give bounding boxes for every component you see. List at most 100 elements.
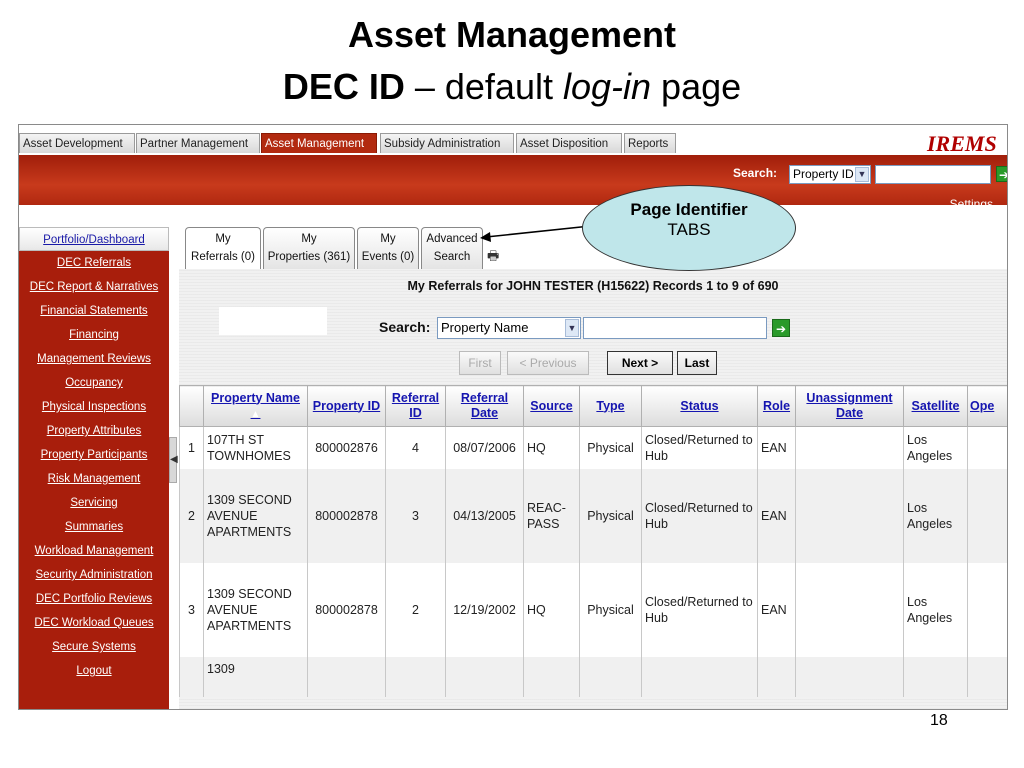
sidebar-item-logout[interactable]: Logout bbox=[19, 659, 169, 709]
sidebar-item-summaries[interactable]: Summaries bbox=[19, 515, 169, 539]
sidebar-item-servicing[interactable]: Servicing bbox=[19, 491, 169, 515]
sidebar-item-management-reviews[interactable]: Management Reviews bbox=[19, 347, 169, 371]
col-header-property-name[interactable]: Property Name ▲ bbox=[203, 385, 308, 427]
grid-search-select[interactable]: Property Name ▼ bbox=[437, 317, 581, 339]
sidebar-item-financial-statements[interactable]: Financial Statements bbox=[19, 299, 169, 323]
sidebar-item-workload-management[interactable]: Workload Management bbox=[19, 539, 169, 563]
cell-property-id bbox=[307, 656, 386, 697]
subtitle-dash: – default bbox=[404, 66, 563, 107]
cell-index: 1 bbox=[179, 426, 204, 469]
header-search-input[interactable] bbox=[875, 165, 991, 184]
top-navigation: Asset Development Partner Management Ass… bbox=[19, 125, 1007, 156]
col-header-property-id[interactable]: Property ID bbox=[307, 385, 386, 427]
cell-status: Closed/Returned to Hub bbox=[641, 468, 758, 563]
header-search-label: Search: bbox=[733, 166, 778, 180]
tab-asset-disposition[interactable]: Asset Disposition bbox=[516, 133, 622, 153]
grid-search-select-value: Property Name bbox=[441, 320, 529, 335]
sidebar-item-property-participants[interactable]: Property Participants bbox=[19, 443, 169, 467]
cell-referral-date: 04/13/2005 bbox=[445, 468, 524, 563]
blank-panel bbox=[219, 307, 327, 335]
tab-my-events-l2: Events (0) bbox=[361, 251, 415, 263]
sidebar-item-portfolio-dashboard[interactable]: Portfolio/Dashboard bbox=[19, 227, 169, 251]
tab-partner-management[interactable]: Partner Management bbox=[136, 133, 260, 153]
table-row[interactable]: 1 107TH ST TOWNHOMES 800002876 4 08/07/2… bbox=[179, 426, 1007, 469]
sidebar-item-occupancy[interactable]: Occupancy bbox=[19, 371, 169, 395]
tab-my-events[interactable]: My Events (0) bbox=[357, 227, 419, 269]
col-header-ope[interactable]: Ope bbox=[967, 385, 1007, 427]
tab-asset-development[interactable]: Asset Development bbox=[19, 133, 135, 153]
grid-go-icon[interactable]: ➔ bbox=[772, 319, 790, 337]
tab-my-properties[interactable]: My Properties (361) bbox=[263, 227, 355, 269]
col-header-role[interactable]: Role bbox=[757, 385, 796, 427]
header-go-icon[interactable]: ➔ bbox=[996, 166, 1007, 182]
table-row[interactable]: 3 1309 SECOND AVENUE APARTMENTS 80000287… bbox=[179, 562, 1007, 657]
col-header-referral-date[interactable]: Referral Date bbox=[445, 385, 524, 427]
col-header-satellite[interactable]: Satellite bbox=[903, 385, 968, 427]
subtitle-italic: log-in bbox=[562, 66, 652, 107]
settings-link[interactable]: Settings bbox=[950, 197, 993, 211]
cell-referral-date: 08/07/2006 bbox=[445, 426, 524, 469]
header-search-select[interactable]: Property ID ▼ bbox=[789, 165, 871, 184]
cell-property-name: 1309 SECOND AVENUE APARTMENTS bbox=[203, 468, 308, 563]
sidebar-item-dec-referrals[interactable]: DEC Referrals bbox=[19, 251, 169, 275]
sidebar-item-secure-systems[interactable]: Secure Systems bbox=[19, 635, 169, 659]
col-header-referral-id[interactable]: Referral ID bbox=[385, 385, 446, 427]
sidebar-item-property-attributes[interactable]: Property Attributes bbox=[19, 419, 169, 443]
cell-ope bbox=[967, 656, 1007, 697]
cell-role: EAN bbox=[757, 562, 796, 657]
cell-satellite: Los Angeles bbox=[903, 468, 968, 563]
tab-subsidy-administration[interactable]: Subsidy Administration bbox=[380, 133, 514, 153]
cell-index bbox=[179, 656, 204, 697]
cell-index: 3 bbox=[179, 562, 204, 657]
cell-property-name: 1309 SECOND AVENUE APARTMENTS bbox=[203, 562, 308, 657]
sidebar-item-dec-report-narratives[interactable]: DEC Report & Narratives bbox=[19, 275, 169, 299]
table-row[interactable]: 1309 bbox=[179, 656, 1007, 697]
tab-reports[interactable]: Reports bbox=[624, 133, 676, 153]
subtitle-end: page bbox=[651, 66, 742, 107]
previous-button[interactable]: < Previous bbox=[507, 351, 589, 375]
table-row[interactable]: 2 1309 SECOND AVENUE APARTMENTS 80000287… bbox=[179, 468, 1007, 563]
collapse-sidebar-icon[interactable]: ◀ bbox=[169, 437, 178, 483]
cell-type: Physical bbox=[579, 468, 642, 563]
next-button[interactable]: Next > bbox=[607, 351, 673, 375]
col-header-source[interactable]: Source bbox=[523, 385, 580, 427]
sidebar-item-security-administration[interactable]: Security Administration bbox=[19, 563, 169, 587]
first-button[interactable]: First bbox=[459, 351, 501, 375]
slide-subtitle: DEC ID – default log-in page bbox=[0, 66, 1024, 108]
last-button[interactable]: Last bbox=[677, 351, 717, 375]
sidebar-item-risk-management[interactable]: Risk Management bbox=[19, 467, 169, 491]
cell-property-id: 800002878 bbox=[307, 562, 386, 657]
cell-status: Closed/Returned to Hub bbox=[641, 562, 758, 657]
app-screenshot: Asset Development Partner Management Ass… bbox=[18, 124, 1008, 710]
tab-my-referrals-l1: My bbox=[215, 233, 231, 245]
cell-source: HQ bbox=[523, 562, 580, 657]
cell-type: Physical bbox=[579, 562, 642, 657]
cell-property-id: 800002876 bbox=[307, 426, 386, 469]
cell-type bbox=[579, 656, 642, 697]
cell-unassignment-date bbox=[795, 426, 904, 469]
grid-search-input[interactable] bbox=[583, 317, 767, 339]
cell-ope bbox=[967, 562, 1007, 657]
cell-referral-id: 4 bbox=[385, 426, 446, 469]
sidebar-item-physical-inspections[interactable]: Physical Inspections bbox=[19, 395, 169, 419]
tab-my-referrals[interactable]: My Referrals (0) bbox=[185, 227, 261, 269]
cell-source: REAC-PASS bbox=[523, 468, 580, 563]
col-header-status[interactable]: Status bbox=[641, 385, 758, 427]
grid-search-label: Search: bbox=[379, 319, 431, 335]
sidebar-item-dec-workload-queues[interactable]: DEC Workload Queues bbox=[19, 611, 169, 635]
col-header-type[interactable]: Type bbox=[579, 385, 642, 427]
tab-asset-management[interactable]: Asset Management bbox=[261, 133, 377, 153]
sidebar: Portfolio/Dashboard DEC Referrals DEC Re… bbox=[19, 227, 169, 709]
printer-icon[interactable]: 🖶 bbox=[487, 249, 503, 263]
sidebar-item-financing[interactable]: Financing bbox=[19, 323, 169, 347]
sidebar-item-dec-portfolio-reviews[interactable]: DEC Portfolio Reviews bbox=[19, 587, 169, 611]
cell-property-name: 107TH ST TOWNHOMES bbox=[203, 426, 308, 469]
cell-referral-id: 3 bbox=[385, 468, 446, 563]
col-header-unassignment-date[interactable]: Unassignment Date bbox=[795, 385, 904, 427]
cell-referral-date: 12/19/2002 bbox=[445, 562, 524, 657]
tab-my-properties-l1: My bbox=[301, 233, 317, 245]
subtitle-bold: DEC ID bbox=[282, 66, 405, 107]
tab-advanced-search[interactable]: Advanced Search bbox=[421, 227, 483, 269]
cell-satellite: Los Angeles bbox=[903, 426, 968, 469]
cell-unassignment-date bbox=[795, 656, 904, 697]
